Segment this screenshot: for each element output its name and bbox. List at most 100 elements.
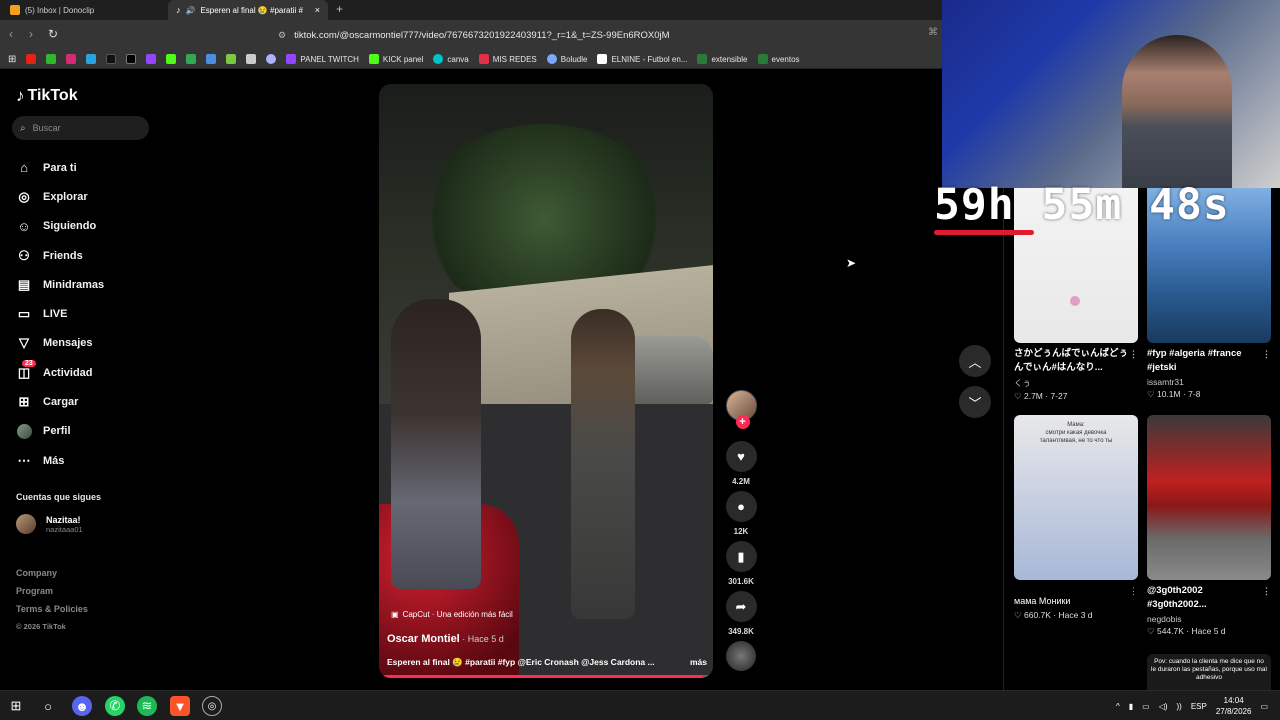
followed-account[interactable]: Nazitaa! nazitaaa01: [16, 514, 83, 534]
spotify-icon[interactable]: ≋: [137, 696, 157, 716]
translate-icon[interactable]: ⌘: [928, 27, 938, 38]
sidebar-item-cargar[interactable]: ⊞ Cargar: [16, 387, 156, 416]
sidebar-item-friends[interactable]: ⚇ Friends: [16, 241, 156, 270]
more-options-icon[interactable]: ⋮: [1262, 347, 1271, 361]
tray-chevron-up-icon[interactable]: ^: [1116, 702, 1120, 711]
sidebar-item-para-ti[interactable]: ⌂ Para ti: [16, 153, 156, 182]
video-thumbnail[interactable]: Pov: cuando la clienta me dice que no le…: [1147, 654, 1271, 690]
tab-close-icon[interactable]: ×: [315, 5, 320, 15]
sidebar-item-live[interactable]: ▭ LIVE: [16, 299, 156, 328]
twitch-bookmark-icon[interactable]: [146, 54, 157, 64]
x-bookmark-icon[interactable]: [126, 54, 137, 64]
bookmark-canva[interactable]: canva: [433, 54, 469, 64]
bookmark-boludle[interactable]: Boludle: [546, 54, 587, 64]
video-player[interactable]: ▣ CapCut · Una edición más fácil Oscar M…: [379, 84, 713, 678]
bookmark-icon[interactable]: [226, 54, 237, 64]
more-options-icon[interactable]: ⋮: [1129, 347, 1138, 361]
save-button[interactable]: ▮: [725, 541, 757, 572]
bookmark-extensible[interactable]: extensible: [697, 54, 748, 64]
footer-link-program[interactable]: Program: [16, 582, 88, 600]
youtube-bookmark-icon[interactable]: [26, 54, 37, 64]
more-options-icon[interactable]: ⋮: [1262, 584, 1271, 598]
sidebar-item-siguiendo[interactable]: ☺ Siguiendo: [16, 212, 156, 241]
video-card[interactable]: Pov: cuando la clienta me dice que no le…: [1147, 654, 1271, 690]
more-options-icon[interactable]: ⋮: [1129, 584, 1138, 598]
sidebar-item-minidramas[interactable]: ▤ Minidramas: [16, 270, 156, 299]
video-progress-bar[interactable]: [379, 675, 713, 678]
tiktok-logo[interactable]: ♪ TikTok: [16, 86, 78, 106]
footer-link-company[interactable]: Company: [16, 564, 88, 582]
drive-bookmark-icon[interactable]: [186, 54, 197, 64]
network-icon[interactable]: ▭: [1142, 702, 1150, 711]
app-icon[interactable]: ◎: [202, 696, 222, 716]
video-card[interactable]: @3g0th2002 #3g0th2002... ⋮ negdobis ♡ 544…: [1147, 415, 1271, 637]
tiktok-bookmark-icon[interactable]: [106, 54, 117, 64]
video-thumbnail[interactable]: [1147, 415, 1271, 580]
back-arrow-icon[interactable]: ‹: [9, 27, 13, 41]
sidebar-item-label: Más: [43, 454, 65, 467]
comment-button[interactable]: ●: [725, 491, 757, 522]
sidebar-item-mensajes[interactable]: ▽ Mensajes: [16, 329, 156, 358]
sidebar-item-mas[interactable]: ⋯ Más: [16, 446, 156, 475]
sidebar-item-explorar[interactable]: ◎ Explorar: [16, 182, 156, 211]
follow-plus-icon[interactable]: +: [735, 415, 750, 429]
previous-video-button[interactable]: ︿: [959, 345, 991, 377]
microphone-icon[interactable]: ▮: [1129, 702, 1133, 711]
search-circle-icon[interactable]: ○: [38, 696, 58, 716]
bookmark-elnine[interactable]: ELNINE - Futbol en...: [597, 54, 687, 64]
instagram-bookmark-icon[interactable]: [66, 54, 77, 64]
sidebar-item-perfil[interactable]: Perfil: [16, 417, 156, 446]
share-button[interactable]: ➦: [725, 591, 757, 622]
like-button[interactable]: ♥: [725, 441, 757, 472]
kick-bookmark-icon[interactable]: [166, 54, 177, 64]
caption-more-link[interactable]: más: [690, 657, 707, 668]
author-name: Oscar Montiel: [387, 633, 460, 645]
music-disc-icon[interactable]: [726, 641, 756, 671]
notifications-icon[interactable]: ▭: [1260, 702, 1268, 711]
stream-timer: 59h 55m 48s: [934, 180, 1230, 230]
new-tab-button[interactable]: +: [336, 2, 343, 16]
chevron-up-icon: ︿: [968, 354, 982, 370]
sidebar-item-actividad[interactable]: ◫ 23 Actividad: [16, 358, 156, 387]
telegram-bookmark-icon[interactable]: [86, 54, 97, 64]
bookmark-kick-panel[interactable]: KICK panel: [368, 54, 423, 64]
bookmark-icon[interactable]: [266, 54, 277, 64]
bookmark-icon[interactable]: [46, 54, 57, 64]
video-card[interactable]: Мама: смотри какая девочка талантливая, …: [1014, 415, 1138, 621]
minidramas-icon: ▤: [17, 276, 31, 292]
whatsapp-icon[interactable]: ✆: [105, 696, 125, 716]
reload-icon[interactable]: ↻: [48, 27, 58, 41]
bookmark-icon: [757, 54, 768, 64]
site-info-icon[interactable]: ⚙: [278, 30, 286, 41]
post-time: · Hace 5 d: [459, 634, 504, 644]
card-username: くぅ: [1014, 378, 1032, 388]
apps-grid-icon[interactable]: ⊞: [8, 54, 16, 65]
tab-tiktok-video[interactable]: ♪ 🔊 Esperen al final 😢 #paratii # ×: [168, 0, 328, 20]
video-thumbnail[interactable]: Мама: смотри какая девочка талантливая, …: [1014, 415, 1138, 580]
language-indicator[interactable]: ESP: [1191, 702, 1207, 711]
windows-start-icon[interactable]: ⊞: [6, 696, 26, 716]
volume-icon[interactable]: ◁): [1159, 702, 1168, 711]
video-author[interactable]: Oscar Montiel · Hace 5 d: [387, 633, 504, 645]
forward-arrow-icon[interactable]: ›: [29, 27, 33, 41]
url-field[interactable]: ⚙ tiktok.com/@oscarmontiel777/video/7676…: [278, 25, 928, 45]
sound-waves-icon[interactable]: )): [1177, 702, 1182, 711]
tiktok-favicon-icon: ♪: [176, 5, 181, 15]
bookmark-icon: [697, 54, 708, 64]
creator-avatar[interactable]: +: [725, 390, 757, 429]
bookmark-eventos[interactable]: eventos: [757, 54, 800, 64]
sidebar-item-label: LIVE: [43, 308, 68, 321]
tab-inbox[interactable]: (5) Inbox | Donoclip: [2, 0, 168, 20]
footer-link-terms[interactable]: Terms & Policies: [16, 600, 88, 618]
taskbar-clock[interactable]: 14:04 27/8/2026: [1216, 695, 1252, 717]
capcut-label[interactable]: ▣ CapCut · Una edición más fácil: [391, 610, 513, 619]
next-video-button[interactable]: ﹀: [959, 386, 991, 418]
discord-icon[interactable]: ☻: [72, 696, 92, 716]
bookmark-panel-twitch[interactable]: PANEL TWITCH: [286, 54, 359, 64]
bookmark-icon[interactable]: [246, 54, 257, 64]
bookmark-mis-redes[interactable]: MIS REDES: [478, 54, 537, 64]
search-input[interactable]: ⌕ Buscar: [12, 116, 149, 140]
card-likes: 2.7M: [1023, 391, 1043, 401]
bookmark-icon[interactable]: [206, 54, 217, 64]
brave-browser-icon[interactable]: ▼: [170, 696, 190, 716]
